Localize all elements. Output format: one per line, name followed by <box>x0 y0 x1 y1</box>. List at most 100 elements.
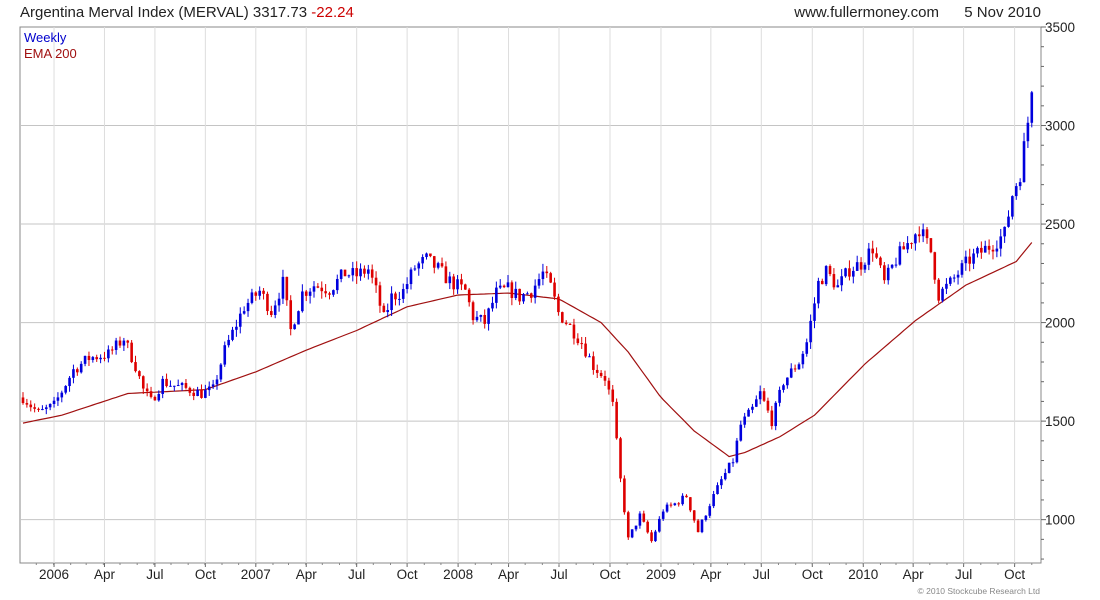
candle-down <box>623 475 626 515</box>
candle-body <box>894 264 898 266</box>
candle-body <box>689 497 692 511</box>
candle-body <box>541 271 545 280</box>
candle-body <box>630 529 634 538</box>
candle-body <box>394 293 397 300</box>
candle-body <box>755 399 758 407</box>
candle-body <box>118 340 122 346</box>
chart-root: Argentina Merval Index (MERVAL) 3317.73 … <box>0 0 1100 600</box>
candle-body <box>207 386 211 391</box>
candle-body <box>941 288 944 301</box>
candle-body <box>669 504 673 506</box>
candle-body <box>355 268 358 277</box>
candle-body <box>533 285 537 298</box>
candle-body <box>720 479 723 486</box>
candle-body <box>692 510 696 521</box>
candle-body <box>910 243 913 245</box>
candle-body <box>968 256 972 264</box>
x-tick-label: Apr <box>903 567 925 582</box>
candle-body <box>386 310 390 313</box>
candle-up <box>824 265 828 287</box>
candle-body <box>413 268 417 270</box>
candle-body <box>716 485 719 495</box>
candle-down <box>130 340 133 364</box>
candle-body <box>809 320 812 343</box>
candle-body <box>1011 196 1014 217</box>
candle-body <box>502 285 506 288</box>
site-url[interactable]: www.fullermoney.com <box>793 4 939 21</box>
candle-body <box>506 282 510 288</box>
x-tick-label: Apr <box>498 567 520 582</box>
x-tick-label: Jul <box>146 567 163 582</box>
candle-body <box>607 380 611 390</box>
candle-body <box>537 279 541 286</box>
x-tick-label: Jul <box>955 567 972 582</box>
candle-body <box>673 503 677 506</box>
candle-body <box>409 269 413 285</box>
candle-body <box>786 377 789 386</box>
candle-body <box>456 279 459 290</box>
candle-body <box>739 424 743 441</box>
candle-body <box>879 257 882 266</box>
candle-body <box>188 387 192 393</box>
candle-body <box>712 494 715 507</box>
candle-body <box>518 288 521 302</box>
candle-body <box>235 326 238 330</box>
candle-body <box>859 262 863 270</box>
candle-down <box>561 311 564 324</box>
candle-body <box>429 253 432 257</box>
candle-body <box>661 511 665 519</box>
candle-body <box>475 316 479 321</box>
candle-down <box>933 251 937 284</box>
candle-body <box>231 329 234 340</box>
candle-body <box>56 397 60 401</box>
candle-body <box>770 410 774 427</box>
x-tick-label: Oct <box>195 567 216 582</box>
candle-body <box>464 284 467 290</box>
candle-body <box>1022 141 1026 183</box>
candle-body <box>335 278 339 291</box>
candle-body <box>95 357 99 360</box>
candle-body <box>165 378 168 387</box>
candle-body <box>138 371 141 377</box>
candle-body <box>980 247 983 253</box>
candle-body <box>37 408 40 410</box>
candle-down <box>619 436 622 483</box>
candle-body <box>452 276 455 290</box>
candle-body <box>130 342 133 363</box>
candle-body <box>33 407 36 409</box>
x-tick-label: Jul <box>550 567 567 582</box>
candle-up <box>727 462 731 474</box>
candle-body <box>677 503 681 505</box>
candle-body <box>960 263 964 275</box>
candle-body <box>510 282 514 299</box>
candle-body <box>498 285 502 288</box>
candle-body <box>390 293 393 311</box>
candle-body <box>134 362 137 372</box>
candle-body <box>886 267 890 281</box>
candle-up <box>654 529 657 542</box>
candle-body <box>832 274 836 288</box>
candle-body <box>52 400 56 404</box>
candle-down <box>464 283 467 290</box>
candle-body <box>91 357 95 361</box>
candle-body <box>945 283 948 289</box>
candle-body <box>41 409 44 411</box>
candle-body <box>824 266 828 285</box>
candle-body <box>898 246 902 265</box>
candle-body <box>72 369 75 378</box>
candle-body <box>623 478 626 513</box>
candle-down <box>615 398 618 440</box>
candle-body <box>204 390 207 398</box>
candle-body <box>875 253 878 258</box>
candle-body <box>867 248 871 265</box>
candle-body <box>906 243 909 250</box>
candle-body <box>681 495 684 505</box>
candle-body <box>956 274 960 278</box>
candle-body <box>169 385 172 387</box>
candle-body <box>976 247 979 254</box>
candle-body <box>568 323 572 325</box>
candle-body <box>774 402 778 427</box>
candle-body <box>743 416 746 425</box>
candle-body <box>1003 226 1006 237</box>
candle-body <box>339 269 343 279</box>
